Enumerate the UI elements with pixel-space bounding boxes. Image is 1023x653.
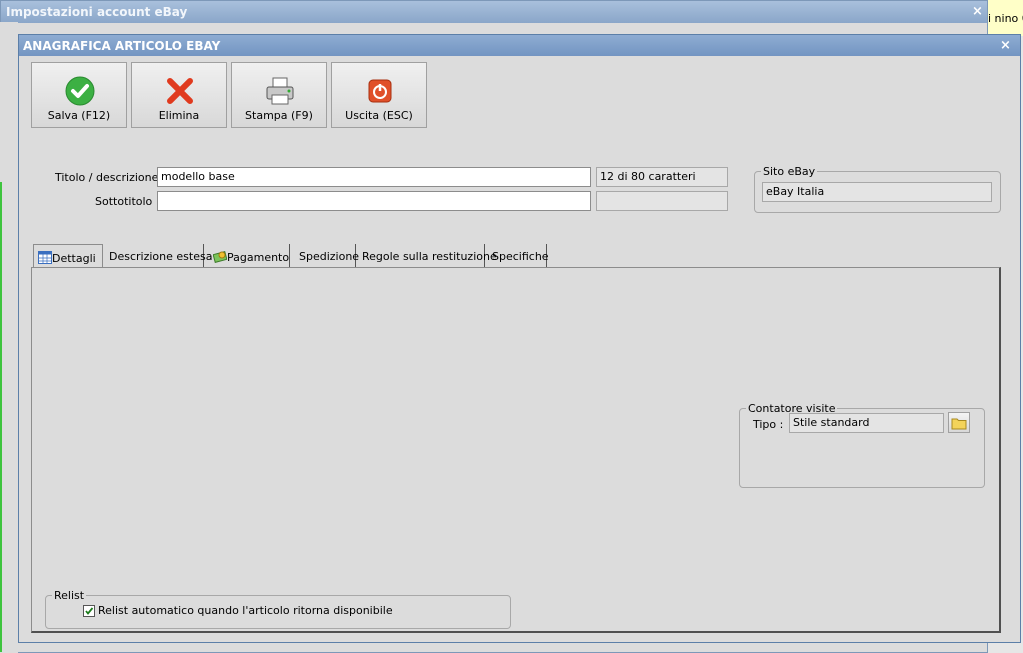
background-window-title: Impostazioni account eBay	[6, 5, 188, 19]
checkmark-icon	[85, 607, 94, 615]
subtitle-char-counter	[596, 191, 728, 211]
dialog-title: ANAGRAFICA ARTICOLO EBAY	[23, 39, 221, 53]
visit-counter-browse-button[interactable]	[948, 412, 970, 433]
tab-dettagli-label: Dettagli	[52, 252, 96, 265]
print-button-label: Stampa (F9)	[245, 109, 313, 122]
calendar-grid-icon	[38, 251, 52, 264]
green-strip	[0, 182, 2, 652]
tab-regole-restituzione[interactable]: Regole sulla restituzione	[358, 244, 497, 267]
tab-regole-restituzione-label: Regole sulla restituzione	[362, 250, 497, 263]
subtitle-label: Sottotitolo :	[95, 195, 160, 208]
dialog-close-button[interactable]: ×	[1000, 38, 1011, 53]
checkmark-icon	[65, 76, 95, 106]
save-button[interactable]: Salva (F12)	[31, 62, 127, 128]
exit-button[interactable]: Uscita (ESC)	[331, 62, 427, 128]
tab-descrizione-estesa[interactable]: Descrizione estesa	[105, 244, 212, 267]
power-icon	[368, 79, 392, 103]
visit-counter-type-label: Tipo :	[753, 418, 784, 431]
tab-spedizione[interactable]: Spedizione	[295, 244, 360, 267]
tab-descrizione-estesa-label: Descrizione estesa	[109, 250, 213, 263]
background-window-titlebar: Impostazioni account eBay ×	[1, 1, 987, 23]
article-dialog: ANAGRAFICA ARTICOLO EBAY × Salva (F12) E…	[18, 34, 1021, 643]
tab-panel-dettagli: Contatore visite Tipo : Stile standard R…	[31, 267, 1001, 633]
background-note: i nino 0	[988, 0, 1023, 36]
tab-pagamento-label: Pagamento	[227, 251, 290, 264]
background-note-text: i nino 0	[988, 12, 1023, 25]
ebay-site-legend: Sito eBay	[763, 165, 816, 178]
folder-icon	[951, 418, 967, 430]
tab-pagamento[interactable]: Pagamento	[209, 244, 290, 267]
exit-button-label: Uscita (ESC)	[345, 109, 413, 122]
dialog-titlebar: ANAGRAFICA ARTICOLO EBAY ×	[19, 35, 1020, 56]
relist-checkbox-label: Relist automatico quando l'articolo rito…	[98, 604, 393, 617]
tab-dettagli[interactable]: Dettagli	[33, 244, 103, 267]
delete-button[interactable]: Elimina	[131, 62, 227, 128]
print-button[interactable]: Stampa (F9)	[231, 62, 327, 128]
printer-icon	[266, 77, 294, 105]
delete-x-icon	[167, 78, 193, 104]
background-window-close-button[interactable]: ×	[972, 4, 983, 19]
tab-specifiche-label: Specifiche	[492, 250, 549, 263]
title-char-counter: 12 di 80 caratteri	[596, 167, 728, 187]
background-left-strip	[0, 22, 18, 653]
money-icon	[212, 250, 228, 264]
relist-legend: Relist	[54, 589, 85, 602]
save-button-label: Salva (F12)	[47, 109, 111, 122]
relist-checkbox[interactable]	[83, 605, 95, 617]
tab-specifiche[interactable]: Specifiche	[488, 244, 549, 267]
title-label: Titolo / descrizione :	[55, 171, 166, 184]
subtitle-input[interactable]	[157, 191, 591, 211]
ebay-site-field: eBay Italia	[762, 182, 992, 202]
visit-counter-type-field: Stile standard	[789, 413, 944, 433]
delete-button-label: Elimina	[158, 109, 200, 122]
title-input[interactable]: modello base	[157, 167, 591, 187]
tab-spedizione-label: Spedizione	[299, 250, 360, 263]
